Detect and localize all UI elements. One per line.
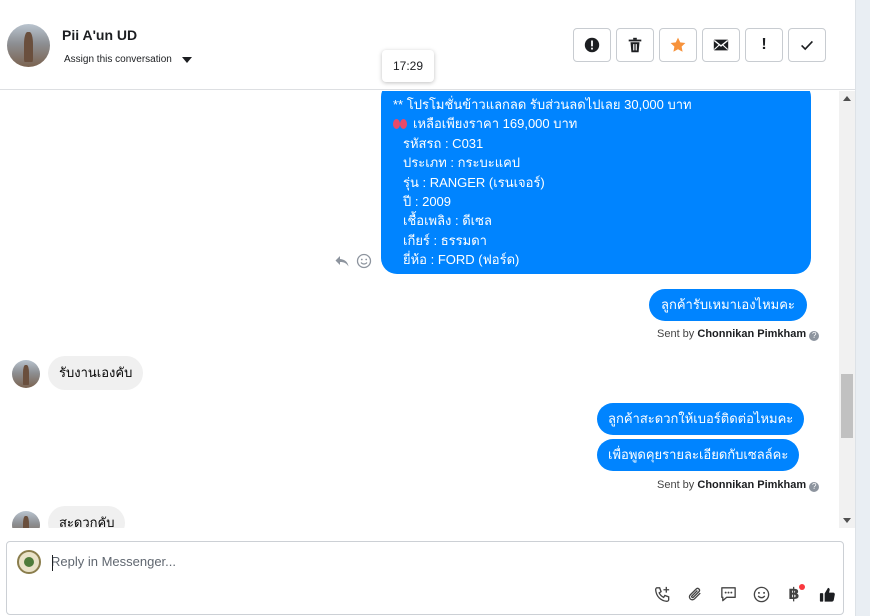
promo-line-5: รุ่น : RANGER (เรนเจอร์) (403, 174, 545, 190)
promo-line-1: ** โปรโมชั่นข้าวแลกลด รับส่วนลดไปเลย 30,… (393, 97, 692, 112)
promo-line-8: เกียร์ : ธรรมดา (403, 232, 487, 248)
like-button[interactable] (817, 584, 837, 604)
trash-icon (628, 37, 642, 53)
thread-scrollbar[interactable] (839, 91, 855, 528)
message-hover-tools (334, 253, 372, 269)
sent-by-name: Chonnikan Pimkham (697, 328, 807, 340)
message-bubble-out-3[interactable]: เพื่อพูดคุยรายละเอียดกับเซลล์คะ (597, 439, 800, 471)
assign-label: Assign this conversation (64, 54, 172, 65)
side-panel-edge (855, 0, 870, 616)
message-bubble-out-1[interactable]: ลูกค้ารับเหมาเองไหมคะ (649, 289, 807, 321)
message-bubble-in-2[interactable]: สะดวกคับ (48, 506, 126, 528)
follow-up-label: ! (761, 36, 767, 53)
mark-spam-button[interactable] (573, 28, 611, 62)
delete-button[interactable] (616, 28, 654, 62)
exclamation-circle-icon (584, 37, 600, 53)
saved-replies-button[interactable] (718, 584, 738, 604)
payment-button[interactable]: ฿ (784, 584, 805, 604)
baht-icon: ฿ (788, 586, 800, 603)
check-icon (801, 40, 813, 51)
promo-line-6: ปี : 2009 (403, 194, 452, 210)
promo-line-9: ยี่ห้อ : FORD (ฟอร์ด) (403, 252, 520, 268)
message-thread[interactable]: ** โปรโมชั่นข้าวแลกลด รับส่วนลดไปเลย 30,… (0, 91, 838, 528)
notification-dot (799, 584, 805, 590)
contact-avatar[interactable] (7, 24, 50, 67)
ribbon-bow-icon (393, 119, 407, 130)
sent-by-1: Sent by Chonnikan Pimkham? (657, 328, 820, 341)
timestamp-tooltip: 17:29 (382, 50, 434, 82)
attach-button[interactable] (685, 584, 705, 604)
reply-icon[interactable] (334, 253, 350, 269)
thumbs-up-icon (819, 587, 835, 602)
promo-line-2-text: เหลือเพียงราคา 169,000 บาท (413, 116, 578, 132)
mark-done-button[interactable] (788, 28, 826, 62)
sent-by-2: Sent by Chonnikan Pimkham? (657, 479, 820, 492)
smiley-react-icon[interactable] (356, 253, 372, 269)
star-button[interactable] (659, 28, 697, 62)
message-bubble-out-2[interactable]: ลูกค้าสะดวกให้เบอร์ติดต่อไหมคะ (597, 403, 805, 435)
follow-up-button[interactable]: ! (745, 28, 783, 62)
scroll-up-arrow-icon[interactable] (843, 96, 851, 101)
star-icon (670, 37, 686, 52)
mark-unread-button[interactable] (702, 28, 740, 62)
promo-line-7: เชื้อเพลิง : ดีเซล (403, 213, 492, 229)
caret-down-icon (181, 56, 192, 63)
call-button[interactable] (652, 584, 672, 604)
assign-conversation-dropdown[interactable]: Assign this conversation (64, 54, 192, 65)
scroll-down-arrow-icon[interactable] (843, 518, 851, 523)
message-bubble-promo[interactable]: ** โปรโมชั่นข้าวแลกลด รับส่วนลดไปเลย 30,… (381, 91, 811, 274)
chat-bubble-icon (720, 586, 736, 601)
help-icon[interactable]: ? (809, 331, 820, 341)
promo-line-2: เหลือเพียงราคา 169,000 บาท (393, 114, 799, 133)
contact-avatar-small (12, 360, 40, 388)
sent-by-name: Chonnikan Pimkham (697, 479, 807, 491)
emoji-button[interactable] (751, 584, 771, 604)
paperclip-icon (688, 587, 701, 600)
phone-add-icon (654, 586, 669, 602)
contact-name[interactable]: Pii A'un UD (62, 27, 137, 43)
header-actions: ! (573, 28, 826, 62)
envelope-icon (713, 39, 729, 51)
help-icon[interactable]: ? (809, 482, 820, 492)
sent-by-prefix: Sent by (657, 479, 695, 491)
sent-by-prefix: Sent by (657, 328, 695, 340)
promo-line-4: ประเภท : กระบะแคป (403, 155, 521, 171)
promo-line-3: รหัสรถ : C031 (403, 135, 484, 151)
reply-input[interactable] (51, 554, 811, 569)
contact-avatar-small (12, 511, 40, 528)
composer-tools: ฿ (652, 584, 837, 604)
text-cursor (52, 555, 53, 571)
page-logo-icon (17, 550, 41, 574)
message-bubble-in-1[interactable]: รับงานเองคับ (48, 356, 144, 390)
reply-composer: ฿ (6, 541, 844, 615)
smiley-icon (753, 586, 769, 602)
scroll-thumb[interactable] (841, 374, 853, 438)
